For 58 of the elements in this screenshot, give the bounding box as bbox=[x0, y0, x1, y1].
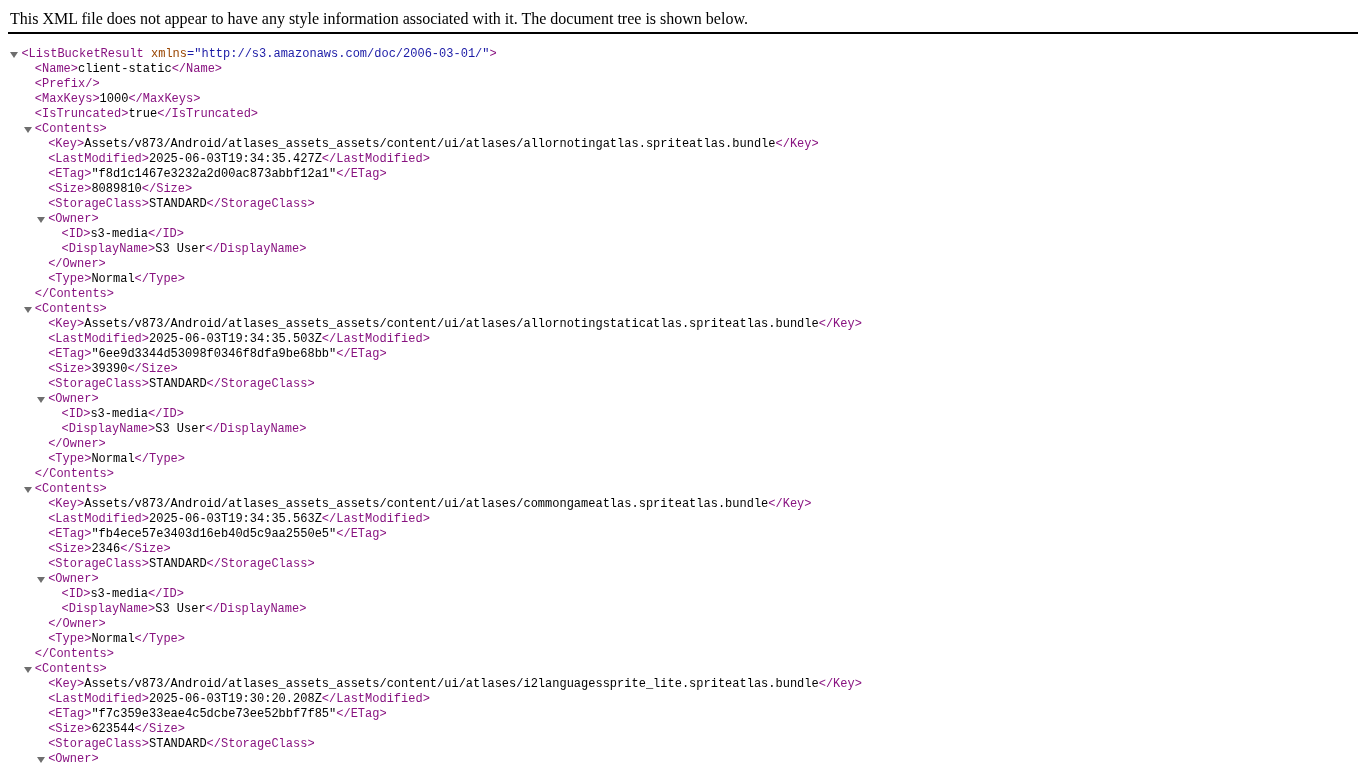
xml-line: <ETag>"fb4ece57e3403d16eb40d5c9aa2550e5"</ETag> bbox=[48, 527, 387, 541]
xml-line: <Prefix/> bbox=[34, 77, 100, 91]
xml-line: <Owner> bbox=[48, 392, 99, 406]
collapse-arrow-icon[interactable] bbox=[10, 51, 19, 59]
xml-line: <LastModified>2025-06-03T19:34:35.427Z</LastModified> bbox=[48, 152, 430, 166]
xml-line: <StorageClass>STANDARD</StorageClass> bbox=[48, 377, 315, 391]
xml-line: <ETag>"6ee9d3344d53098f0346f8dfa9be68bb"</ETag> bbox=[48, 347, 387, 361]
xml-line: <Contents> bbox=[34, 482, 107, 496]
xml-line: <Key>Assets/v873/Android/atlases_assets_assets/content/ui/atlases/allornotingatlas.spriteatlas.bundle</Key> bbox=[48, 137, 819, 151]
collapse-arrow-icon[interactable] bbox=[23, 486, 32, 494]
collapse-arrow-icon[interactable] bbox=[37, 756, 46, 764]
xml-line: <IsTruncated>true</IsTruncated> bbox=[34, 107, 259, 121]
xml-line: <Owner> bbox=[48, 752, 99, 766]
collapse-arrow-icon[interactable] bbox=[23, 306, 32, 314]
xml-line: <LastModified>2025-06-03T19:30:20.208Z</LastModified> bbox=[48, 692, 430, 706]
xml-line: <LastModified>2025-06-03T19:34:35.563Z</LastModified> bbox=[48, 512, 430, 526]
xml-line: <ListBucketResult xmlns="http://s3.amazonaws.com/doc/2006-03-01/"> bbox=[21, 47, 497, 61]
xml-line: <ID>s3-media</ID> bbox=[61, 587, 184, 601]
collapse-arrow-icon[interactable] bbox=[23, 126, 32, 134]
collapse-arrow-icon[interactable] bbox=[37, 216, 46, 224]
xml-line: <ETag>"f7c359e33eae4c5dcbe73ee52bbf7f85"</ETag> bbox=[48, 707, 387, 721]
xml-line: <MaxKeys>1000</MaxKeys> bbox=[34, 92, 201, 106]
xml-line: <Type>Normal</Type> bbox=[48, 452, 186, 466]
xml-line: <Key>Assets/v873/Android/atlases_assets_assets/content/ui/atlases/commongameatlas.spriteatlas.bundle</Key> bbox=[48, 497, 812, 511]
xml-line: <StorageClass>STANDARD</StorageClass> bbox=[48, 737, 315, 751]
xml-line: <Contents> bbox=[34, 302, 107, 316]
xml-line: <Name>client-static</Name> bbox=[34, 62, 223, 76]
xml-line: <Contents> bbox=[34, 662, 107, 676]
xml-line: <Owner> bbox=[48, 212, 99, 226]
xml-line: <Size>8089810</Size> bbox=[48, 182, 193, 196]
collapse-arrow-icon[interactable] bbox=[37, 576, 46, 584]
xml-line: <LastModified>2025-06-03T19:34:35.503Z</LastModified> bbox=[48, 332, 430, 346]
notice-message: This XML file does not appear to have any style information associated with it. The document tree is shown below. bbox=[9, 10, 749, 28]
xml-line: <Type>Normal</Type> bbox=[48, 272, 186, 286]
xml-line: </Contents> bbox=[34, 647, 114, 661]
xml-line: </Owner> bbox=[48, 257, 106, 271]
xml-line: </Owner> bbox=[48, 617, 106, 631]
xml-line: <ID>s3-media</ID> bbox=[61, 227, 184, 241]
xml-line: </Contents> bbox=[34, 467, 114, 481]
xml-line: <Size>39390</Size> bbox=[48, 362, 178, 376]
xml-line: <Type>Normal</Type> bbox=[48, 632, 186, 646]
xml-line: <DisplayName>S3 User</DisplayName> bbox=[61, 242, 307, 256]
xml-line: </Contents> bbox=[34, 287, 114, 301]
xml-line: <Key>Assets/v873/Android/atlases_assets_assets/content/ui/atlases/i2languagessprite_lite.spriteatlas.bundle</Key> bbox=[48, 677, 862, 691]
collapse-arrow-icon[interactable] bbox=[37, 396, 46, 404]
xml-line: <Contents> bbox=[34, 122, 107, 136]
xml-line: <DisplayName>S3 User</DisplayName> bbox=[61, 422, 307, 436]
xml-line: <DisplayName>S3 User</DisplayName> bbox=[61, 602, 307, 616]
xml-line: <ETag>"f8d1c1467e3232a2d00ac873abbf12a1"</ETag> bbox=[48, 167, 387, 181]
xml-line: <StorageClass>STANDARD</StorageClass> bbox=[48, 557, 315, 571]
xml-line: <Key>Assets/v873/Android/atlases_assets_assets/content/ui/atlases/allornotingstaticatlas.spriteatlas.bundle</Key> bbox=[48, 317, 862, 331]
xml-line: <Owner> bbox=[48, 572, 99, 586]
xml-line: </Owner> bbox=[48, 437, 106, 451]
xml-line: <ID>s3-media</ID> bbox=[61, 407, 184, 421]
xml-line: <StorageClass>STANDARD</StorageClass> bbox=[48, 197, 315, 211]
xml-line: <Size>2346</Size> bbox=[48, 542, 171, 556]
xml-line: <Size>623544</Size> bbox=[48, 722, 186, 736]
collapse-arrow-icon[interactable] bbox=[23, 666, 32, 674]
